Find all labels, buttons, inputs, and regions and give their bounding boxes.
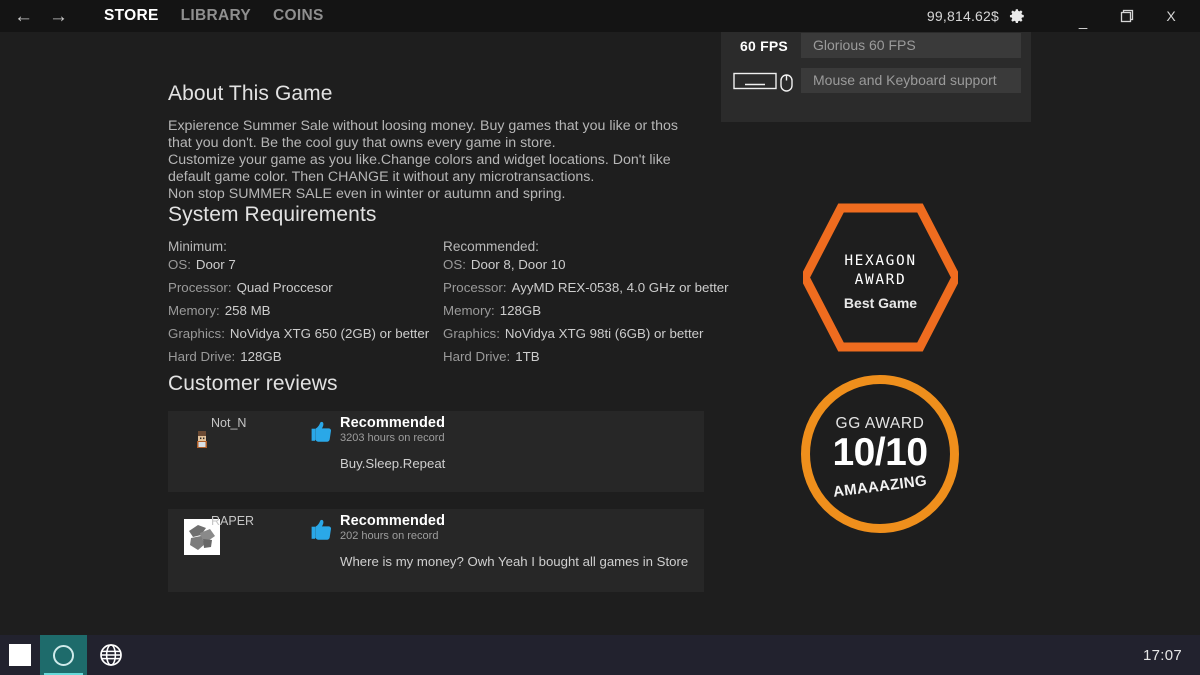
feature-row-fps: 60 FPS Glorious 60 FPS	[733, 33, 1021, 58]
ring-icon	[53, 645, 74, 666]
taskbar-app-store[interactable]	[40, 635, 87, 675]
system-requirements-title: System Requirements	[168, 203, 708, 227]
customer-reviews-title: Customer reviews	[168, 372, 708, 396]
recommended-heading: Recommended:	[443, 239, 708, 254]
system-requirements-minimum: Minimum: OS: Door 7 Processor: Quad Procce…	[168, 239, 443, 372]
recommended-memory-value: 128GB	[500, 303, 541, 318]
start-button[interactable]	[0, 635, 40, 675]
minimum-memory-key: Memory:	[168, 303, 220, 318]
minimum-processor-key: Processor:	[168, 280, 232, 295]
feature-panel: 60 FPS Glorious 60 FPS Mouse and Keyboar…	[721, 32, 1031, 122]
arrow-left-icon[interactable]: ←	[14, 7, 32, 26]
minimize-button[interactable]: _	[1070, 0, 1096, 32]
about-paragraph-2: Customize your game as you like.Change c…	[168, 152, 704, 186]
tab-coins[interactable]: COINS	[273, 7, 324, 25]
recommended-row-graphics: Graphics: NoVidya XTG 98ti (6GB) or bette…	[443, 326, 708, 341]
recommended-row-harddrive: Hard Drive: 1TB	[443, 349, 708, 364]
review-body: Recommended 202 hours on record Where is…	[340, 513, 690, 569]
recommended-graphics-key: Graphics:	[443, 326, 500, 341]
fps-badge: 60 FPS	[733, 38, 795, 54]
feature-row-input: Mouse and Keyboard support	[733, 68, 1021, 93]
taskbar-clock: 17:07	[1143, 647, 1182, 664]
review-verdict: Recommended	[340, 513, 690, 529]
close-button[interactable]: X	[1158, 0, 1184, 32]
review-hours: 202 hours on record	[340, 530, 690, 542]
main-nav-tabs: STORE LIBRARY COINS	[104, 7, 324, 25]
recommended-graphics-value: NoVidya XTG 98ti (6GB) or better	[505, 326, 704, 341]
minimum-memory-value: 258 MB	[225, 303, 271, 318]
application-window: ← → STORE LIBRARY COINS 99,814.62$ _ X	[0, 0, 1200, 675]
left-column: About This Game Expierence Summer Sale w…	[168, 82, 708, 592]
review-text: Buy.Sleep.Repeat	[340, 456, 690, 471]
tab-store[interactable]: STORE	[104, 7, 159, 25]
tab-library[interactable]: LIBRARY	[181, 7, 251, 25]
minimum-row-memory: Memory: 258 MB	[168, 303, 443, 318]
about-this-game-body: Expierence Summer Sale without loosing m…	[168, 118, 704, 203]
minimum-processor-value: Quad Proccesor	[237, 280, 333, 295]
recommended-os-key: OS:	[443, 257, 466, 272]
navigation-arrows: ← →	[14, 7, 67, 26]
minimum-row-harddrive: Hard Drive: 128GB	[168, 349, 443, 364]
minimum-row-processor: Processor: Quad Proccesor	[168, 280, 443, 295]
gear-icon[interactable]	[1008, 7, 1026, 25]
minimum-heading: Minimum:	[168, 239, 443, 254]
recommended-row-memory: Memory: 128GB	[443, 303, 708, 318]
window-controls-area: 99,814.62$ _ X	[927, 0, 1200, 32]
hexagon-award-line1: HEXAGON	[803, 253, 958, 269]
minimum-graphics-value: NoVidya XTG 650 (2GB) or better	[230, 326, 429, 341]
review-card[interactable]: Not_N Recommended 3203 hours on record B…	[168, 411, 704, 492]
feature-label-fps: Glorious 60 FPS	[801, 33, 1021, 58]
recommended-row-processor: Processor:AyyMD REX-0538, 4.0 GHz or bet…	[443, 280, 708, 295]
page-content: 60 FPS Glorious 60 FPS Mouse and Keyboar…	[0, 32, 1200, 635]
recommended-row-os: OS: Door 8, Door 10	[443, 257, 708, 272]
review-verdict: Recommended	[340, 415, 690, 431]
account-balance: 99,814.62$	[927, 8, 999, 24]
review-username[interactable]: Not_N	[211, 416, 246, 430]
about-this-game-title: About This Game	[168, 82, 708, 106]
review-hours: 3203 hours on record	[340, 432, 690, 444]
restore-window-icon	[1119, 8, 1135, 24]
about-paragraph-3: Non stop SUMMER SALE even in winter or a…	[168, 186, 704, 203]
review-username[interactable]: RAPER	[211, 514, 254, 528]
minimum-row-graphics: Graphics: NoVidya XTG 650 (2GB) or better	[168, 326, 443, 341]
recommended-memory-key: Memory:	[443, 303, 495, 318]
minimum-os-value: Door 7	[196, 257, 236, 272]
start-square-icon	[9, 644, 31, 666]
about-paragraph-1: Expierence Summer Sale without loosing m…	[168, 118, 704, 152]
hexagon-award-line2: AWARD	[803, 272, 958, 288]
minimum-harddrive-value: 128GB	[240, 349, 281, 364]
minimum-os-key: OS:	[168, 257, 191, 272]
review-text: Where is my money? Owh Yeah I bought all…	[340, 554, 690, 569]
system-requirements-columns: Minimum: OS: Door 7 Processor: Quad Procce…	[168, 239, 708, 372]
globe-icon	[99, 643, 123, 667]
recommended-processor-value: AyyMD REX-0538, 4.0 GHz or better	[512, 280, 729, 295]
system-requirements-recommended: Recommended: OS: Door 8, Door 10 Processo…	[443, 239, 708, 372]
arrow-right-icon[interactable]: →	[49, 7, 67, 26]
thumbs-up-icon	[308, 419, 338, 449]
minimum-row-os: OS: Door 7	[168, 257, 443, 272]
keyboard-mouse-icon	[733, 70, 795, 92]
gg-award-score: 10/10	[801, 431, 959, 475]
recommended-os-value: Door 8, Door 10	[471, 257, 566, 272]
maximize-button[interactable]	[1114, 0, 1140, 32]
taskbar-app-browser[interactable]	[87, 635, 134, 675]
hexagon-award-badge: HEXAGON AWARD Best Game	[803, 200, 958, 355]
feature-label-input: Mouse and Keyboard support	[801, 68, 1021, 93]
recommended-processor-key: Processor:	[443, 280, 507, 295]
minimum-harddrive-key: Hard Drive:	[168, 349, 235, 364]
taskbar: 17:07	[0, 635, 1200, 675]
review-body: Recommended 3203 hours on record Buy.Sle…	[340, 415, 690, 471]
hexagon-award-line3: Best Game	[803, 295, 958, 311]
gg-award-badge: GG AWARD 10/10 AMAAAZING	[801, 375, 959, 533]
recommended-harddrive-value: 1TB	[515, 349, 539, 364]
thumbs-up-icon	[308, 517, 338, 547]
minimum-graphics-key: Graphics:	[168, 326, 225, 341]
top-navigation-bar: ← → STORE LIBRARY COINS 99,814.62$ _ X	[0, 0, 1200, 32]
recommended-harddrive-key: Hard Drive:	[443, 349, 510, 364]
review-card[interactable]: RAPER Recommended 202 hours on record Wh…	[168, 509, 704, 592]
